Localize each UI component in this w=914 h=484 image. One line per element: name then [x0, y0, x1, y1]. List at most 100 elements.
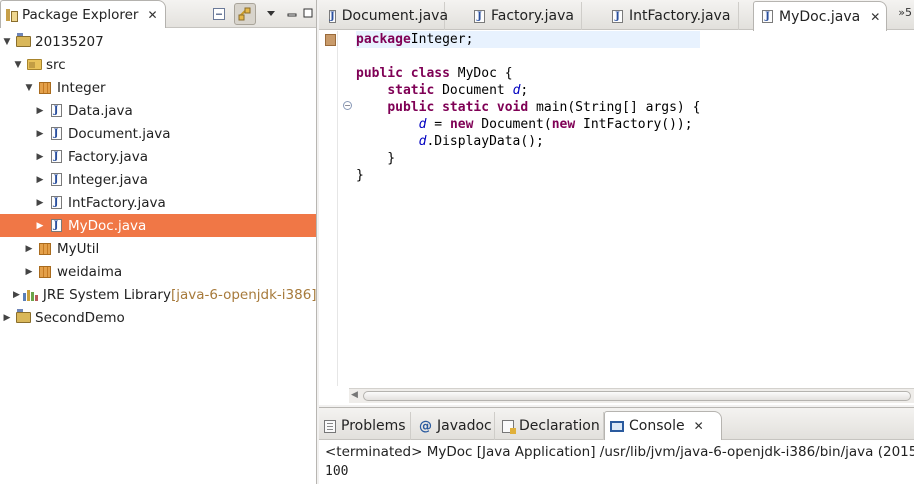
tree-item[interactable]: ▶ SecondDemo [0, 306, 316, 329]
close-icon[interactable]: ✕ [870, 10, 880, 24]
editor-tab[interactable]: J Factory.java [466, 2, 582, 30]
java-file-icon: J [48, 103, 64, 119]
package-icon [37, 241, 53, 257]
java-file-icon: J [48, 195, 64, 211]
tree-item[interactable]: ▶ J IntFactory.java [0, 191, 316, 214]
problems-icon [324, 419, 336, 433]
console-view-tab[interactable]: Declaration [497, 412, 604, 440]
code-text: MyDoc { [449, 66, 513, 81]
code-keyword: class [410, 66, 450, 81]
tree-item-label: MyDoc.java [68, 217, 147, 234]
tree-item-label: src [46, 56, 66, 73]
tree-item[interactable]: ▶ J Factory.java [0, 145, 316, 168]
code-line: public static void main(String[] args) { [356, 99, 700, 116]
folder-icon [26, 57, 42, 73]
editor-tab[interactable]: J MyDoc.java ✕ [753, 1, 887, 31]
expanded-arrow-icon[interactable]: ▼ [24, 83, 34, 93]
project-icon [15, 33, 31, 50]
tree-item-label: JRE System Library [42, 286, 171, 303]
explorer-toolbar [208, 2, 314, 26]
tree-item[interactable]: ▶ weidaima [0, 260, 316, 283]
tree-item[interactable]: ▼ Integer [0, 76, 316, 99]
collapse-all-button[interactable] [208, 3, 230, 25]
maximize-icon [303, 8, 313, 17]
scrollbar-thumb[interactable] [363, 391, 911, 401]
code-line: static Document d; [356, 82, 700, 99]
tab-package-explorer[interactable]: Package Explorer ✕ [0, 0, 166, 28]
tree-item-decoration: [java-6-openjdk-i386] [170, 286, 317, 303]
link-with-editor-button[interactable] [234, 3, 256, 25]
close-icon[interactable]: ✕ [147, 8, 157, 22]
console-view-tab-label: Javadoc [437, 418, 492, 434]
code-keyword: public [387, 100, 435, 115]
tree-item[interactable]: ▼ src [0, 53, 316, 76]
project-tree: ▼ 20135207 ▼ src ▼ Integer ▶ J Data.java ▶ J Docume… [0, 30, 317, 329]
tab-overflow-button[interactable]: »5 [898, 6, 912, 19]
code-text: main(String[] args) { [528, 100, 701, 115]
collapsed-arrow-icon[interactable]: ▶ [35, 175, 45, 185]
package-icon [37, 264, 53, 280]
editor-tabbar: »5 J Document.java J Factory.java J IntFactor… [319, 0, 914, 31]
expanded-arrow-icon[interactable]: ▼ [13, 60, 23, 70]
tree-item[interactable]: ▶ J Integer.java [0, 168, 316, 191]
collapsed-arrow-icon[interactable]: ▶ [35, 129, 45, 139]
console-view-tab[interactable]: @ Javadoc [414, 412, 495, 440]
tree-item[interactable]: ▼ 20135207 [0, 30, 316, 53]
declaration-icon [502, 419, 516, 434]
collapsed-arrow-icon[interactable]: ▶ [35, 152, 45, 162]
java-file-icon: J [612, 9, 623, 23]
collapsed-arrow-icon[interactable]: ▶ [35, 221, 45, 231]
tree-item[interactable]: ▶ J MyDoc.java [0, 214, 316, 237]
scroll-left-icon[interactable]: ◀ [351, 390, 358, 400]
tree-item-label: Integer.java [68, 171, 148, 188]
close-icon[interactable]: ✕ [694, 419, 704, 433]
tree-item[interactable]: ▶ MyUtil [0, 237, 316, 260]
minimize-button[interactable] [286, 8, 298, 21]
tree-item[interactable]: ▶ JRE System Library [java-6-openjdk-i386] [0, 283, 317, 306]
collapsed-arrow-icon[interactable]: ▶ [35, 106, 45, 116]
code-line: } [356, 150, 700, 167]
console-view-tab[interactable]: Console ✕ [604, 411, 722, 440]
collapsed-arrow-icon[interactable]: ▶ [2, 313, 12, 323]
code-editor[interactable]: packageInteger; public class MyDoc { sta… [337, 31, 914, 386]
change-marker-icon [325, 34, 336, 46]
javadoc-icon: @ [419, 418, 432, 434]
code-line: d.DisplayData(); [356, 133, 700, 150]
tree-item[interactable]: ▶ J Data.java [0, 99, 316, 122]
code-keyword: static [387, 83, 435, 98]
code-text: IntFactory()); [575, 117, 693, 132]
package-icon [37, 80, 53, 96]
chevron-down-icon [267, 11, 275, 16]
code-text: } [356, 151, 396, 166]
horizontal-scrollbar[interactable]: ◀ [349, 388, 914, 403]
library-icon [23, 287, 39, 303]
collapsed-arrow-icon[interactable]: ▶ [13, 290, 20, 300]
tree-item-label: Document.java [68, 125, 171, 142]
editor-tab[interactable]: J IntFactory.java [604, 2, 739, 30]
java-file-icon: J [48, 149, 64, 165]
tree-item-label: SecondDemo [35, 309, 125, 326]
expanded-arrow-icon[interactable]: ▼ [2, 37, 12, 47]
collapsed-arrow-icon[interactable]: ▶ [24, 267, 34, 277]
java-file-icon: J [329, 9, 336, 23]
view-menu-button[interactable] [260, 3, 282, 25]
explorer-title: Package Explorer [22, 6, 139, 23]
editor-tab[interactable]: J Document.java [321, 2, 448, 30]
console-view-tab[interactable]: Problems [319, 412, 411, 440]
tree-item-label: 20135207 [35, 33, 104, 50]
console-output: <terminated> MyDoc [Java Application] /u… [325, 443, 914, 481]
editor-tab-label: Factory.java [491, 8, 574, 24]
code-keyword: void [496, 100, 529, 115]
collapsed-arrow-icon[interactable]: ▶ [35, 198, 45, 208]
tree-item[interactable]: ▶ J Document.java [0, 122, 316, 145]
collapsed-arrow-icon[interactable]: ▶ [24, 244, 34, 254]
code-text: Integer; [410, 32, 474, 47]
code-line: } [356, 167, 700, 184]
tree-item-label: weidaima [57, 263, 123, 280]
code-keyword: new [551, 117, 576, 132]
maximize-button[interactable] [302, 8, 314, 21]
